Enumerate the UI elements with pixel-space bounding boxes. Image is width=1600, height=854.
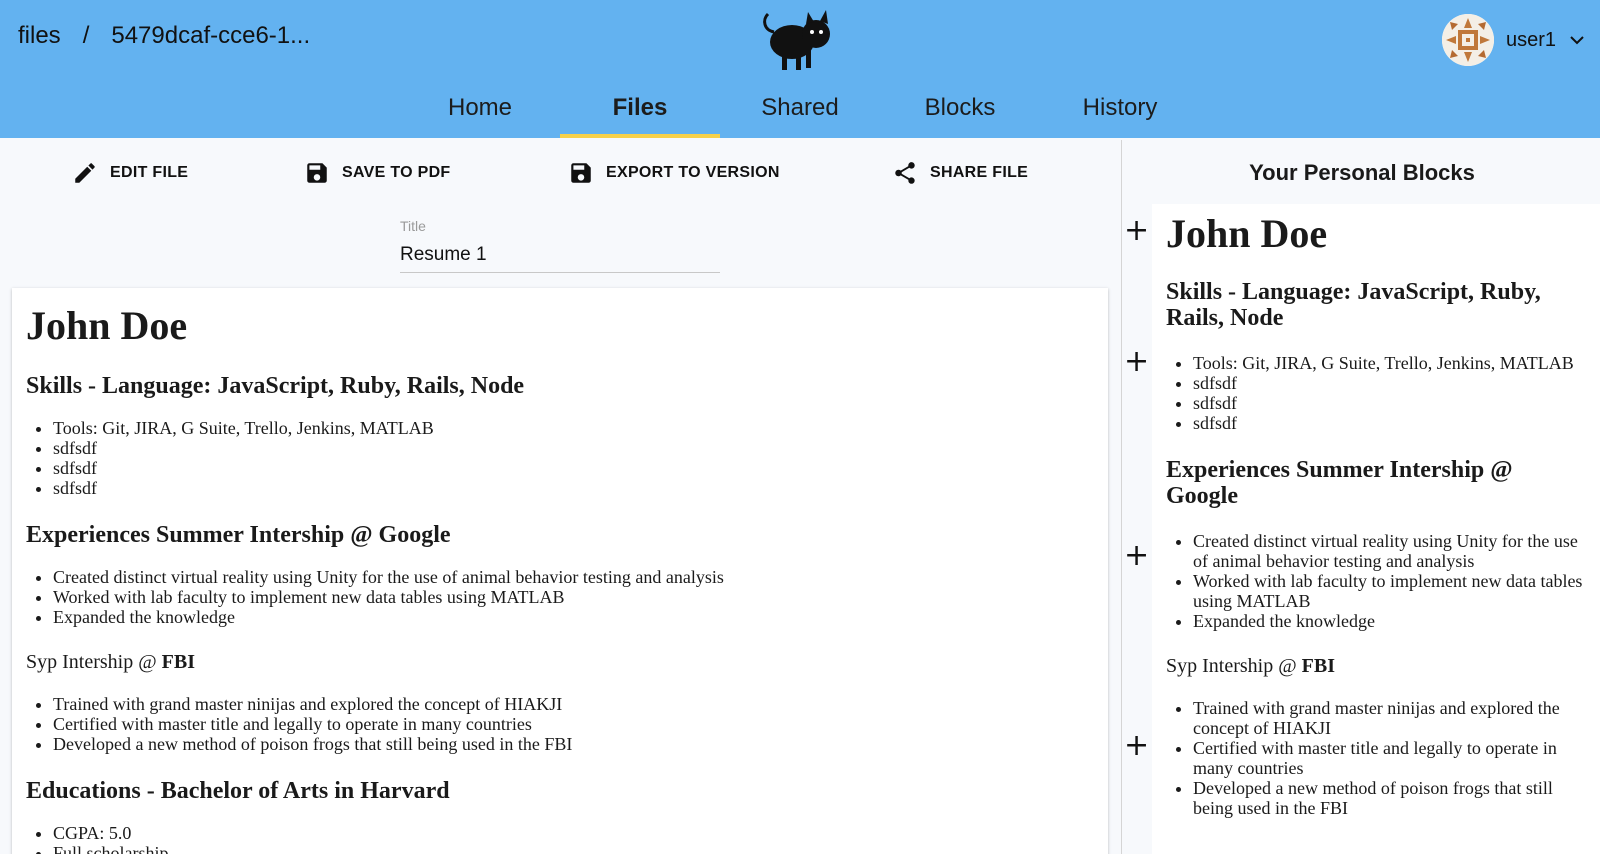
block-syp-line: Syp Intership @ FBI — [1166, 655, 1586, 678]
list-item: Worked with lab faculty to implement new… — [53, 587, 1094, 607]
list-item: Trained with grand master ninijas and ex… — [53, 694, 1094, 714]
doc-education-list: CGPA: 5.0 Full scholarship — [53, 823, 1094, 854]
list-item: Certified with master title and legally … — [53, 714, 1094, 734]
list-item: Expanded the knowledge — [53, 607, 1094, 627]
list-item: Certified with master title and legally … — [1193, 738, 1586, 778]
user-menu[interactable]: user1 — [1441, 14, 1586, 66]
syp-prefix: Syp Intership @ — [26, 651, 162, 673]
block-experience-list: Created distinct virtual reality using U… — [1193, 531, 1586, 631]
doc-syp-line: Syp Intership @ FBI — [26, 651, 1094, 674]
tab-blocks[interactable]: Blocks — [880, 82, 1040, 138]
list-item: sdfsdf — [1193, 413, 1586, 433]
doc-education-heading: Educations - Bachelor of Arts in Harvard — [26, 778, 450, 804]
title-field: Title — [400, 218, 720, 273]
save-icon — [307, 163, 327, 183]
edit-file-label: EDIT FILE — [110, 164, 189, 181]
side-panel-title: Your Personal Blocks — [1249, 160, 1475, 185]
doc-fbi-list: Trained with grand master ninijas and ex… — [53, 694, 1094, 754]
list-item: Tools: Git, JIRA, G Suite, Trello, Jenki… — [53, 418, 1094, 438]
tab-files[interactable]: Files — [560, 82, 720, 138]
file-toolbar: EDIT FILE SAVE TO PDF EXPORT TO VERSION … — [0, 140, 1120, 210]
share-icon — [895, 162, 915, 184]
list-item: Tools: Git, JIRA, G Suite, Trello, Jenki… — [1193, 353, 1586, 373]
edit-file-button[interactable]: EDIT FILE — [72, 160, 188, 186]
list-item: Trained with grand master ninijas and ex… — [1193, 698, 1586, 738]
export-to-version-button[interactable]: EXPORT TO VERSION — [568, 160, 780, 186]
add-block-name-button[interactable]: + — [1124, 216, 1149, 246]
share-file-label: SHARE FILE — [930, 164, 1029, 181]
document-preview: John Doe Skills - Language: JavaScript, … — [12, 288, 1108, 854]
save-to-pdf-label: SAVE TO PDF — [342, 164, 451, 181]
list-item: sdfsdf — [53, 438, 1094, 458]
add-block-skills-button[interactable]: + — [1124, 347, 1149, 377]
avatar[interactable] — [1441, 14, 1494, 66]
breadcrumb-file: 5479dcaf-cce6-1... — [111, 22, 311, 49]
list-item: Full scholarship — [53, 843, 1094, 854]
block-experience-heading: Experiences Summer Intership @ Google — [1166, 457, 1513, 509]
list-item: Created distinct virtual reality using U… — [53, 567, 1094, 587]
list-item: Created distinct virtual reality using U… — [1193, 531, 1586, 571]
syp-prefix: Syp Intership @ — [1166, 655, 1302, 677]
breadcrumb-separator: / — [82, 22, 90, 49]
list-item: Developed a new method of poison frogs t… — [53, 734, 1094, 754]
syp-bold: FBI — [1301, 655, 1335, 677]
list-item: Worked with lab faculty to implement new… — [1193, 571, 1586, 611]
save-to-pdf-button[interactable]: SAVE TO PDF — [304, 160, 451, 186]
personal-blocks-panel: John Doe Skills - Language: JavaScript, … — [1152, 204, 1600, 854]
doc-name: John Doe — [26, 303, 188, 348]
avatar-pattern-icon — [1441, 14, 1494, 66]
block-name: John Doe — [1166, 211, 1328, 256]
title-label: Title — [400, 218, 426, 234]
doc-experience-heading: Experiences Summer Intership @ Google — [26, 522, 451, 548]
nav-tabs: Home Files Shared Blocks History — [400, 82, 1200, 138]
block-skills-list: Tools: Git, JIRA, G Suite, Trello, Jenki… — [1193, 353, 1586, 433]
list-item: sdfsdf — [1193, 373, 1586, 393]
list-item: sdfsdf — [53, 478, 1094, 498]
block-skills-heading: Skills - Language: JavaScript, Ruby, Rai… — [1166, 279, 1541, 331]
username[interactable]: user1 — [1506, 29, 1556, 52]
export-to-version-label: EXPORT TO VERSION — [606, 164, 780, 181]
chevron-down-icon[interactable] — [1568, 31, 1586, 49]
list-item: sdfsdf — [53, 458, 1094, 478]
cat-logo-icon[interactable] — [760, 6, 840, 72]
block-fbi-list: Trained with grand master ninijas and ex… — [1193, 698, 1586, 818]
list-item: sdfsdf — [1193, 393, 1586, 413]
tab-shared[interactable]: Shared — [720, 82, 880, 138]
app-header: files / 5479dcaf-cce6-1... user1 Home Fi… — [0, 0, 1600, 138]
pencil-icon — [75, 163, 95, 183]
list-item: Developed a new method of poison frogs t… — [1193, 778, 1586, 818]
breadcrumb-root[interactable]: files — [18, 22, 61, 50]
title-input[interactable] — [400, 240, 720, 273]
add-block-fbi-button[interactable]: + — [1124, 731, 1149, 761]
list-item: CGPA: 5.0 — [53, 823, 1094, 843]
list-item: Expanded the knowledge — [1193, 611, 1586, 631]
doc-skills-heading: Skills - Language: JavaScript, Ruby, Rai… — [26, 373, 525, 399]
doc-skills-list: Tools: Git, JIRA, G Suite, Trello, Jenki… — [53, 418, 1094, 498]
syp-bold: FBI — [161, 651, 195, 673]
save-icon — [571, 163, 591, 183]
tab-history[interactable]: History — [1040, 82, 1200, 138]
add-block-experience-button[interactable]: + — [1124, 541, 1149, 571]
share-file-button[interactable]: SHARE FILE — [892, 160, 1028, 186]
tab-home[interactable]: Home — [400, 82, 560, 138]
breadcrumb: files / 5479dcaf-cce6-1... — [18, 22, 310, 50]
panel-divider — [1121, 140, 1122, 854]
doc-experience-list: Created distinct virtual reality using U… — [53, 567, 1094, 627]
